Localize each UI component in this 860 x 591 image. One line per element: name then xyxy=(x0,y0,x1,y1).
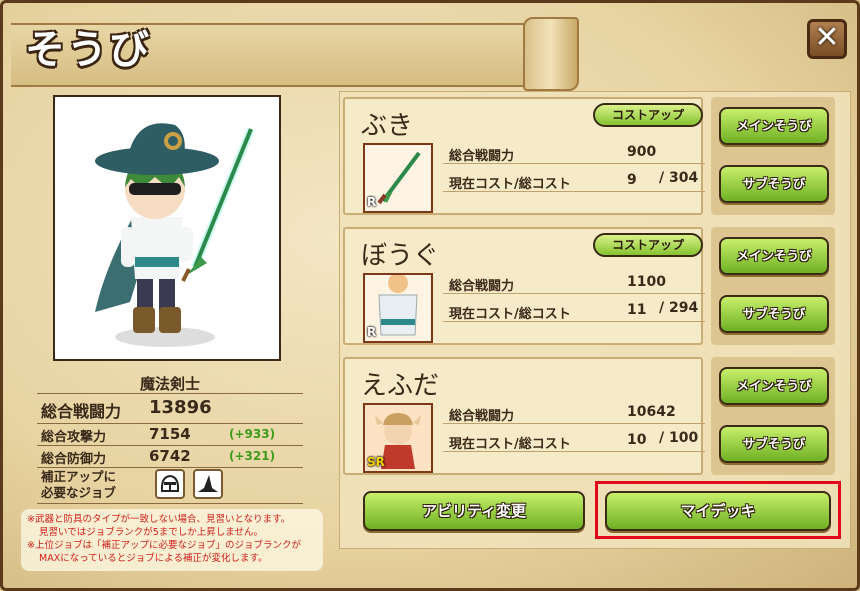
scroll-decoration xyxy=(523,17,579,91)
close-button[interactable]: ✕ xyxy=(807,19,847,59)
weapon-title: ぶき xyxy=(361,111,414,141)
weapon-cost-total: / 304 xyxy=(659,170,699,186)
attack-bonus: (+933) xyxy=(229,427,276,441)
equipment-window: そうび ✕ 魔法剣士 総合戦闘力 13896 総合攻撃力 7154 (+933)… xyxy=(0,0,860,591)
defense-row: 総合防御力 6742 (+321) xyxy=(37,445,303,468)
card-cost-label: 現在コスト/総コスト xyxy=(449,437,571,452)
armor-sub-equip-button[interactable]: サブそうび xyxy=(719,295,829,333)
attack-label: 総合攻撃力 xyxy=(41,430,107,445)
card-item-icon[interactable]: SR xyxy=(363,403,433,473)
weapon-sub-equip-button[interactable]: サブそうび xyxy=(719,165,829,203)
defense-label: 総合防御力 xyxy=(41,452,107,467)
card-cost-current: 10 xyxy=(627,432,647,448)
weapon-main-equip-button[interactable]: メインそうび xyxy=(719,107,829,145)
card-section: えふだ SR 総合戦闘力 10642 現在コスト/総コスト 10 xyxy=(343,357,705,475)
notes-box: ※武器と防具のタイプが一致しない場合、見習いとなります。 見習いではジョブランク… xyxy=(21,509,323,571)
needed-jobs-label-line1: 補正アップに xyxy=(41,469,117,484)
weapon-cost-up-button[interactable]: コストアップ xyxy=(593,103,703,127)
total-power-row: 総合戦闘力 13896 xyxy=(37,395,303,424)
window-title: そうび xyxy=(25,27,151,73)
card-title: えふだ xyxy=(361,371,440,401)
weapon-rarity: R xyxy=(367,195,377,209)
weapon-item-icon[interactable]: R xyxy=(363,143,433,213)
weapon-cost-current: 9 xyxy=(627,172,637,188)
card-main-equip-button[interactable]: メインそうび xyxy=(719,367,829,405)
attack-value: 7154 xyxy=(149,425,191,443)
note-line-2: 見習いではジョブランクが5までしか上昇しません。 xyxy=(39,527,263,538)
knight-helmet-icon[interactable] xyxy=(155,469,185,499)
armor-cost-current: 11 xyxy=(627,302,647,318)
needed-jobs-label: 補正アップに 必要なジョブ xyxy=(41,469,116,501)
armor-power-value: 1100 xyxy=(627,274,666,290)
character-image xyxy=(95,123,255,347)
armor-title: ぼうぐ xyxy=(361,241,440,271)
weapon-power-value: 900 xyxy=(627,144,657,160)
weapon-cost-label: 現在コスト/総コスト xyxy=(449,177,571,192)
card-cost-total: / 100 xyxy=(659,430,699,446)
defense-bonus: (+321) xyxy=(229,449,276,463)
armor-power-label: 総合戦闘力 xyxy=(449,279,515,294)
note-line-3: ※上位ジョブは「補正アップに必要なジョブ」のジョブランクが xyxy=(27,540,301,551)
witch-hat-icon[interactable] xyxy=(193,469,223,499)
armor-cost-up-button[interactable]: コストアップ xyxy=(593,233,703,257)
job-name: 魔法剣士 xyxy=(37,373,303,394)
weapon-section: ぶき コストアップ R 総合戦闘力 900 現在コスト/総コスト 9 xyxy=(343,97,705,215)
character-portrait xyxy=(53,95,281,361)
armor-item-icon[interactable]: R xyxy=(363,273,433,343)
card-power-value: 10642 xyxy=(627,404,676,420)
note-line-4: MAXになっているとジョブによる補正が変化します。 xyxy=(39,553,268,564)
defense-value: 6742 xyxy=(149,447,191,465)
attack-row: 総合攻撃力 7154 (+933) xyxy=(37,423,303,446)
card-sub-equip-button[interactable]: サブそうび xyxy=(719,425,829,463)
card-power-label: 総合戦闘力 xyxy=(449,409,515,424)
needed-jobs-label-line2: 必要なジョブ xyxy=(41,485,117,500)
my-deck-highlight-frame xyxy=(595,481,841,539)
ability-change-button[interactable]: アビリティ変更 xyxy=(363,491,585,531)
card-rarity: SR xyxy=(367,455,385,469)
total-power-label: 総合戦闘力 xyxy=(41,402,122,421)
weapon-power-label: 総合戦闘力 xyxy=(449,149,515,164)
note-line-1: ※武器と防具のタイプが一致しない場合、見習いとなります。 xyxy=(27,514,291,525)
armor-cost-label: 現在コスト/総コスト xyxy=(449,307,571,322)
armor-main-equip-button[interactable]: メインそうび xyxy=(719,237,829,275)
total-power-value: 13896 xyxy=(149,397,212,418)
armor-section: ぼうぐ コストアップ R 総合戦闘力 1100 現在コスト/総コスト 11 xyxy=(343,227,705,345)
needed-jobs-row: 補正アップに 必要なジョブ xyxy=(37,467,303,504)
armor-rarity: R xyxy=(367,325,377,339)
armor-cost-total: / 294 xyxy=(659,300,699,316)
